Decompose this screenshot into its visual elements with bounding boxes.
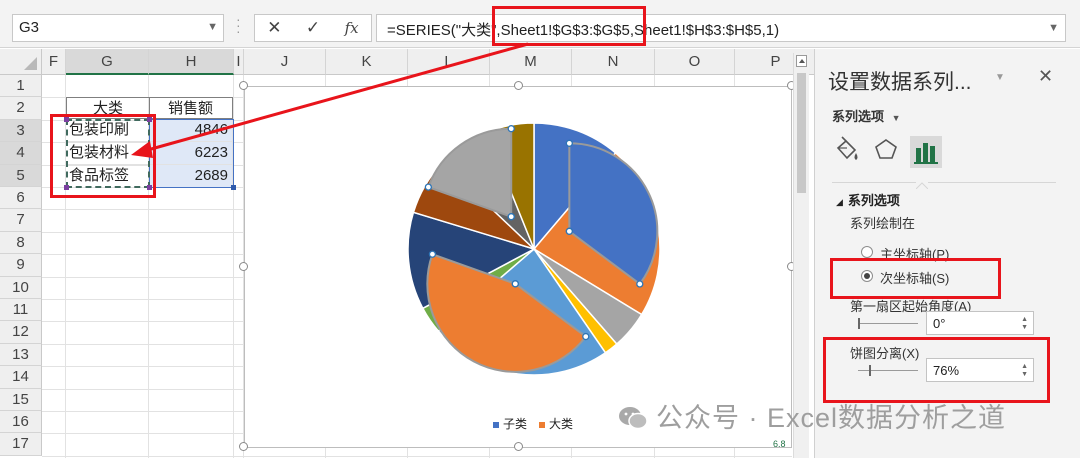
watermark: 公众号 · Excel数据分析之道 [618, 396, 1006, 435]
wechat-icon [619, 407, 648, 430]
annotation-arrow [131, 42, 529, 158]
watermark-text: 公众号 · Excel数据分析之道 [656, 403, 1007, 433]
